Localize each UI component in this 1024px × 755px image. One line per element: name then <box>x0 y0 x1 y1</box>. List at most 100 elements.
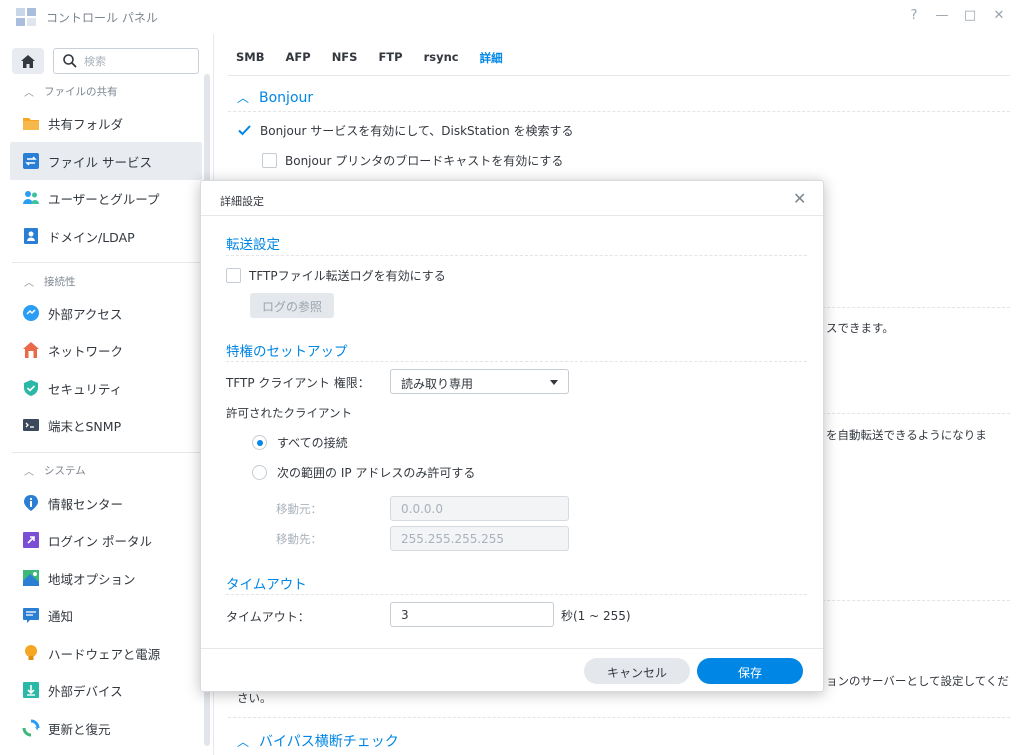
dialog-header-divider <box>201 215 823 216</box>
section-divider <box>226 255 807 256</box>
radio-all-connections[interactable]: すべての接続 <box>252 434 348 451</box>
section-divider <box>226 361 807 362</box>
window-title: コントロール パネル <box>46 11 158 25</box>
background-text: ョンのサーバーとして設定してくだ <box>826 674 1009 688</box>
cancel-button[interactable]: キャンセル <box>584 658 690 684</box>
sidebar-item-external-devices[interactable]: 外部デバイス <box>10 671 202 709</box>
sidebar-item-users-groups[interactable]: ユーザーとグループ <box>10 179 202 217</box>
sidebar-divider <box>12 452 202 453</box>
save-button[interactable]: 保存 <box>697 658 803 684</box>
home-button[interactable] <box>12 48 44 74</box>
tftp-log-checkbox[interactable] <box>226 268 241 283</box>
control-panel-icon <box>16 8 36 26</box>
permission-select[interactable]: 読み取り専用 <box>390 369 569 394</box>
bonjour-section-header[interactable]: ︿ Bonjour <box>237 89 313 106</box>
sidebar-item-file-services[interactable]: ファイル サービス <box>10 142 202 180</box>
tab-ftp[interactable]: FTP <box>378 50 402 66</box>
close-window-button[interactable]: ✕ <box>990 8 1008 23</box>
radio-ip-range[interactable]: 次の範囲の IP アドレスのみ許可する <box>252 464 475 481</box>
timeout-input[interactable]: 3 <box>390 602 554 627</box>
login-portal-icon <box>23 532 39 548</box>
sidebar-item-update-restore[interactable]: 更新と復元 <box>10 709 202 747</box>
advanced-settings-dialog: 詳細設定 ✕ 転送設定 TFTPファイル転送ログを有効にする ログの参照 特権の… <box>200 180 824 692</box>
section-divider <box>228 111 1010 112</box>
chevron-up-icon: ︿ <box>24 278 34 289</box>
sidebar: ︿ファイルの共有 共有フォルダ ファイル サービス ユーザーとグループ ドメイン… <box>0 34 214 755</box>
bonjour-enable-option[interactable]: Bonjour サービスを有効にして、DiskStation を検索する <box>237 122 574 139</box>
terminal-icon <box>23 419 39 431</box>
info-icon <box>24 495 38 511</box>
tab-rsync[interactable]: rsync <box>424 50 459 66</box>
tab-afp[interactable]: AFP <box>286 50 311 66</box>
file-services-icon <box>23 153 39 169</box>
timeout-unit: 秒(1 ~ 255) <box>561 609 631 623</box>
search-input[interactable] <box>84 53 192 69</box>
search-icon <box>63 54 77 68</box>
view-log-button[interactable]: ログの参照 <box>250 293 334 318</box>
bypass-section-header[interactable]: ︿ バイパス横断チェック <box>237 731 399 751</box>
caret-down-icon <box>550 380 558 385</box>
sidebar-item-network[interactable]: ネットワーク <box>10 331 202 369</box>
sidebar-item-domain-ldap[interactable]: ドメイン/LDAP <box>10 217 202 255</box>
section-header-connectivity[interactable]: ︿ 接続性 <box>24 274 76 289</box>
sidebar-item-login-portal[interactable]: ログイン ポータル <box>10 521 202 559</box>
folder-icon <box>23 118 39 130</box>
lightbulb-icon <box>25 645 37 660</box>
section-divider <box>228 717 1010 718</box>
tftp-log-option[interactable]: TFTPファイル転送ログを有効にする <box>226 267 446 284</box>
map-icon <box>23 570 39 586</box>
notification-icon <box>23 608 39 623</box>
external-access-icon <box>23 305 39 321</box>
background-text: を自動転送できるようになりま <box>826 428 987 442</box>
to-label: 移動先： <box>276 532 322 546</box>
radio-button[interactable] <box>252 465 267 480</box>
privilege-setup-heading: 特権のセットアップ <box>226 344 348 360</box>
bonjour-printer-checkbox[interactable] <box>262 153 277 168</box>
chevron-up-icon: ︿ <box>237 91 250 105</box>
bonjour-printer-option[interactable]: Bonjour プリンタのブロードキャストを有効にする <box>262 152 563 169</box>
checkmark-icon <box>238 125 251 136</box>
section-header-system[interactable]: ︿ システム <box>24 463 86 478</box>
close-icon[interactable]: ✕ <box>793 189 806 208</box>
sidebar-item-terminal-snmp[interactable]: 端末とSNMP <box>10 406 202 444</box>
from-label: 移動元： <box>276 502 322 516</box>
title-bar: コントロール パネル ? — □ ✕ <box>0 0 1024 34</box>
sidebar-item-regional-options[interactable]: 地域オプション <box>10 559 202 597</box>
section-header-file-sharing[interactable]: ︿ ファイルの共有 <box>24 84 118 99</box>
to-ip-field[interactable]: 255.255.255.255 <box>390 526 569 551</box>
tab-nfs[interactable]: NFS <box>332 50 358 66</box>
sidebar-item-hardware-power[interactable]: ハードウェアと電源 <box>10 634 202 672</box>
tab-advanced[interactable]: 詳細 <box>480 50 503 66</box>
background-text: スできます。 <box>826 321 894 335</box>
permission-label: TFTP クライアント 権限： <box>226 376 370 390</box>
allowed-clients-label: 許可されたクライアント <box>226 406 353 420</box>
home-icon <box>21 54 35 68</box>
minimize-button[interactable]: — <box>933 8 951 23</box>
search-field[interactable] <box>53 48 199 74</box>
sidebar-item-notification[interactable]: 通知 <box>10 596 202 634</box>
chevron-up-icon: ︿ <box>24 88 34 99</box>
transfer-settings-heading: 転送設定 <box>226 237 280 253</box>
chevron-up-icon: ︿ <box>24 467 34 478</box>
help-button[interactable]: ? <box>905 8 923 23</box>
dialog-footer-divider <box>201 648 823 649</box>
sidebar-item-info-center[interactable]: 情報センター <box>10 484 202 522</box>
timeout-heading: タイムアウト <box>226 577 307 593</box>
sidebar-item-external-access[interactable]: 外部アクセス <box>10 294 202 332</box>
timeout-label: タイムアウト： <box>226 610 310 624</box>
sidebar-divider <box>12 262 202 263</box>
from-ip-field[interactable]: 0.0.0.0 <box>390 496 569 521</box>
radio-button[interactable] <box>252 435 267 450</box>
sidebar-item-security[interactable]: セキュリティ <box>10 369 202 407</box>
domain-icon <box>24 228 38 244</box>
tab-smb[interactable]: SMB <box>236 50 265 66</box>
sidebar-item-shared-folder[interactable]: 共有フォルダ <box>10 104 202 142</box>
tab-divider <box>228 75 1010 76</box>
tab-bar: SMB AFP NFS FTP rsync 詳細 <box>236 50 524 66</box>
update-icon <box>22 719 40 737</box>
external-device-icon <box>23 682 39 698</box>
section-divider <box>226 594 807 595</box>
maximize-button[interactable]: □ <box>961 8 979 23</box>
network-icon <box>23 342 39 358</box>
bonjour-enable-checkbox[interactable] <box>237 123 252 138</box>
